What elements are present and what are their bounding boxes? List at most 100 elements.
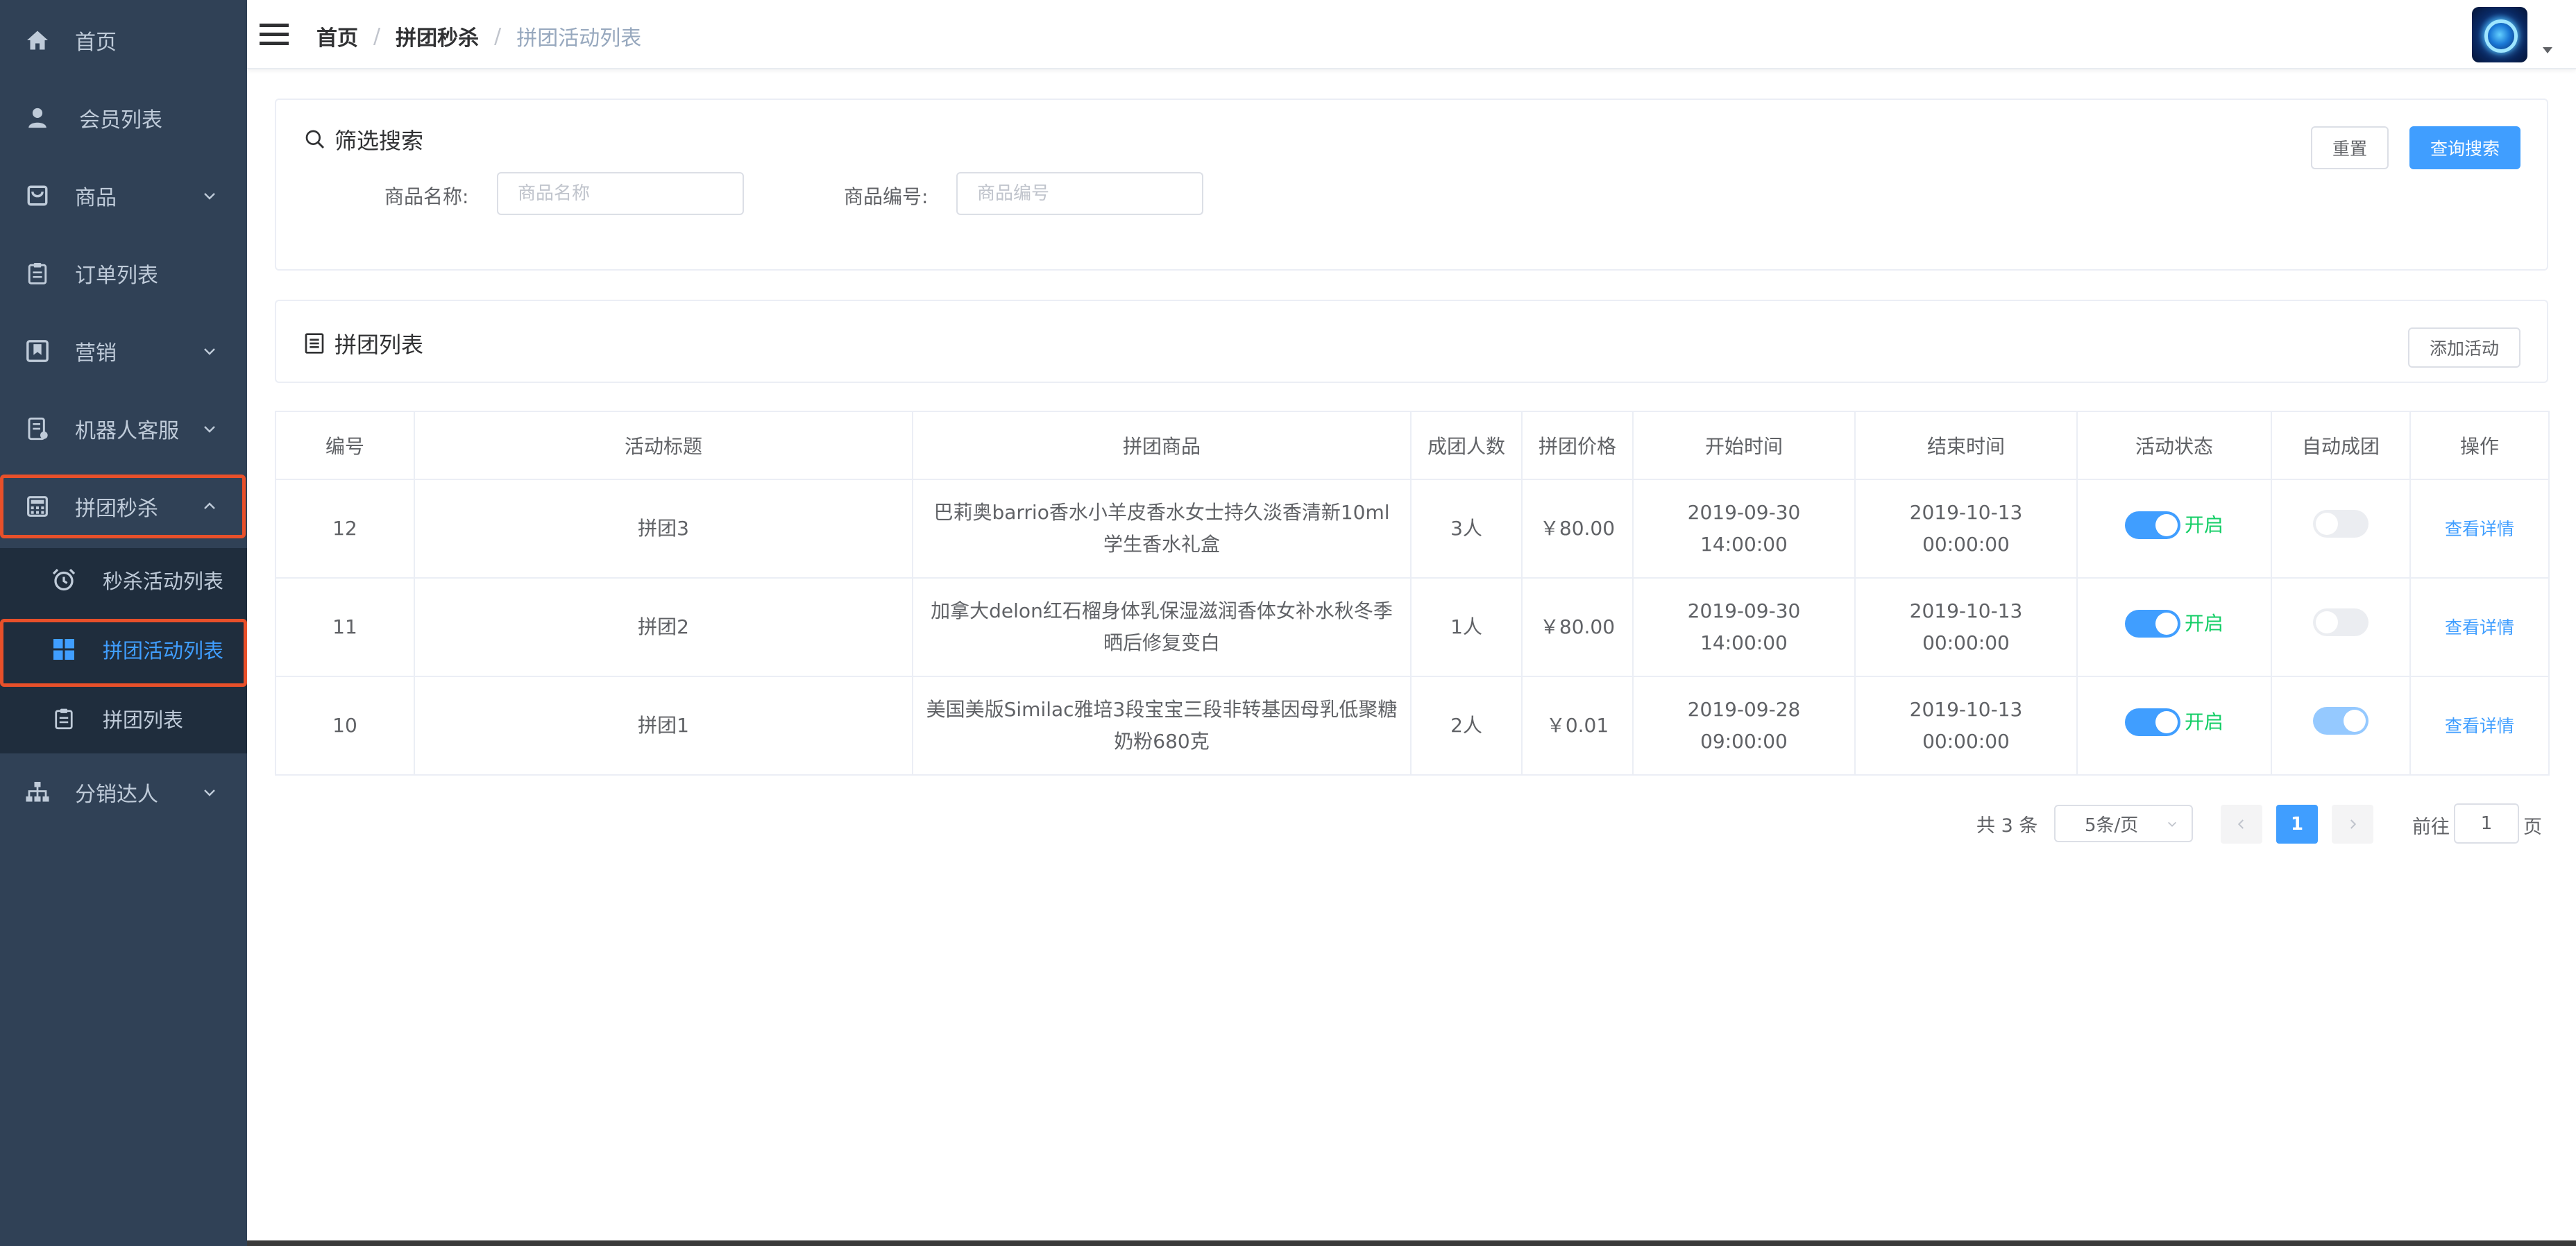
home-icon	[24, 26, 51, 54]
cell-people: 3人	[1410, 479, 1523, 579]
cell-status: 开启	[2076, 577, 2272, 677]
sidebar-item-group-seckill[interactable]: 拼团秒杀	[0, 468, 247, 545]
chevron-right-icon	[2350, 819, 2357, 829]
table-row: 12 拼团3 巴莉奥barrio香水小羊皮香水女士持久淡香清新10ml学生香水礼…	[275, 479, 2550, 579]
search-button[interactable]: 查询搜索	[2409, 126, 2520, 169]
auto-group-switch[interactable]	[2313, 510, 2369, 538]
alarm-clock-icon	[50, 566, 78, 594]
sidebar-subitem-group-activities[interactable]: 拼团活动列表	[0, 615, 247, 684]
column-header: 拼团价格	[1521, 411, 1634, 480]
sidebar-item-label: 机器人客服	[75, 419, 179, 443]
reset-button[interactable]: 重置	[2311, 126, 2389, 169]
sidebar-item-label: 首页	[75, 31, 117, 55]
breadcrumb-group-seckill[interactable]: 拼团秒杀	[396, 21, 479, 51]
status-text: 开启	[2184, 710, 2223, 733]
breadcrumb: 首页 / 拼团秒杀 / 拼团活动列表	[316, 21, 641, 51]
auto-group-switch[interactable]	[2313, 608, 2369, 636]
sidebar-item-label: 拼团列表	[103, 708, 184, 732]
status-switch[interactable]	[2124, 708, 2180, 736]
goto-page-input[interactable]: 1	[2454, 803, 2519, 844]
cell-people: 2人	[1410, 676, 1523, 776]
cell-status: 开启	[2076, 479, 2272, 579]
sidebar-item-label: 会员列表	[79, 108, 162, 133]
cell-title: 拼团2	[414, 577, 913, 677]
table-header-row: 编号 活动标题 拼团商品 成团人数 拼团价格 开始时间 结束时间 活动状态 自动…	[275, 411, 2550, 480]
page-suffix: 页	[2523, 817, 2542, 838]
sidebar-item-label: 商品	[75, 186, 117, 210]
chevron-down-icon	[204, 426, 215, 433]
cell-status: 开启	[2076, 676, 2272, 776]
cell-id: 11	[275, 577, 415, 677]
avatar[interactable]	[2472, 7, 2527, 62]
view-details-link[interactable]: 查看详情	[2445, 716, 2514, 736]
page-button-1[interactable]: 1	[2276, 805, 2318, 844]
group-activity-table: 编号 活动标题 拼团商品 成团人数 拼团价格 开始时间 结束时间 活动状态 自动…	[275, 411, 2550, 776]
clipboard-icon	[24, 259, 51, 287]
cell-goods: 巴莉奥barrio香水小羊皮香水女士持久淡香清新10ml学生香水礼盒	[912, 479, 1412, 579]
breadcrumb-home[interactable]: 首页	[316, 21, 358, 51]
cell-start-time: 2019-09-30 14:00:00	[1632, 479, 1856, 579]
column-header: 操作	[2409, 411, 2550, 480]
sidebar-item-label: 营销	[75, 341, 117, 366]
page-size-select[interactable]: 5条/页	[2054, 805, 2193, 842]
sidebar-item-label: 分销达人	[75, 783, 158, 807]
column-header: 自动成团	[2271, 411, 2411, 480]
robot-doc-icon	[24, 415, 51, 443]
goods-name-input[interactable]	[497, 172, 744, 215]
sidebar-item-distribution[interactable]: 分销达人	[0, 753, 247, 831]
cell-action: 查看详情	[2409, 676, 2550, 776]
breadcrumb-current: 拼团活动列表	[516, 26, 642, 51]
column-header: 编号	[275, 411, 415, 480]
next-page-button[interactable]	[2332, 805, 2373, 844]
auto-group-switch[interactable]	[2313, 707, 2369, 735]
filter-title-text: 筛选搜索	[334, 128, 424, 154]
sidebar-item-home[interactable]: 首页	[0, 1, 247, 79]
sidebar-subitem-seckill-activities[interactable]: 秒杀活动列表	[0, 545, 247, 615]
cell-end-time: 2019-10-13 00:00:00	[1854, 479, 2078, 579]
sidebar-item-orders[interactable]: 订单列表	[0, 234, 247, 312]
sidebar-item-robot-service[interactable]: 机器人客服	[0, 390, 247, 468]
prev-page-button[interactable]	[2221, 805, 2262, 844]
sidebar-subitem-group-list[interactable]: 拼团列表	[0, 684, 247, 753]
cell-id: 10	[275, 676, 415, 776]
status-switch[interactable]	[2124, 511, 2180, 539]
column-header: 拼团商品	[912, 411, 1412, 480]
sidebar-item-marketing[interactable]: 营销	[0, 312, 247, 390]
chevron-down-icon	[204, 790, 215, 796]
goods-code-input[interactable]	[956, 172, 1203, 215]
sidebar-item-members[interactable]: 会员列表	[0, 79, 247, 157]
caret-down-icon[interactable]	[2543, 47, 2552, 53]
breadcrumb-separator: /	[494, 24, 502, 49]
view-details-link[interactable]: 查看详情	[2445, 617, 2514, 638]
pagination-total: 共 3 条	[1976, 815, 2038, 837]
chevron-down-icon	[2168, 821, 2176, 827]
column-header: 开始时间	[1632, 411, 1856, 480]
sidebar-item-goods[interactable]: 商品	[0, 157, 247, 234]
cell-title: 拼团3	[414, 479, 913, 579]
column-header: 活动状态	[2076, 411, 2272, 480]
chevron-down-icon	[204, 348, 215, 355]
view-details-link[interactable]: 查看详情	[2445, 519, 2514, 539]
hamburger-icon[interactable]	[260, 21, 289, 49]
calculator-icon	[24, 493, 51, 520]
cell-people: 1人	[1410, 577, 1523, 677]
status-text: 开启	[2184, 611, 2223, 635]
cell-end-time: 2019-10-13 00:00:00	[1854, 676, 2078, 776]
list-card	[275, 300, 2548, 383]
user-icon	[24, 104, 51, 132]
cell-price: ￥80.00	[1521, 479, 1634, 579]
add-activity-button[interactable]: 添加活动	[2408, 327, 2520, 368]
chevron-left-icon	[2237, 819, 2244, 829]
cell-auto-group	[2271, 479, 2411, 579]
list-title-text: 拼团列表	[334, 332, 424, 358]
column-header: 成团人数	[1410, 411, 1523, 480]
cell-goods: 加拿大delon红石榴身体乳保湿滋润香体女补水秋冬季晒后修复变白	[912, 577, 1412, 677]
cell-start-time: 2019-09-30 14:00:00	[1632, 577, 1856, 677]
search-icon	[304, 128, 326, 151]
cell-action: 查看详情	[2409, 479, 2550, 579]
list-icon	[304, 332, 326, 355]
bookmark-icon	[24, 337, 51, 365]
sidebar-item-label: 拼团秒杀	[75, 497, 158, 521]
cell-auto-group	[2271, 577, 2411, 677]
status-switch[interactable]	[2124, 609, 2180, 638]
